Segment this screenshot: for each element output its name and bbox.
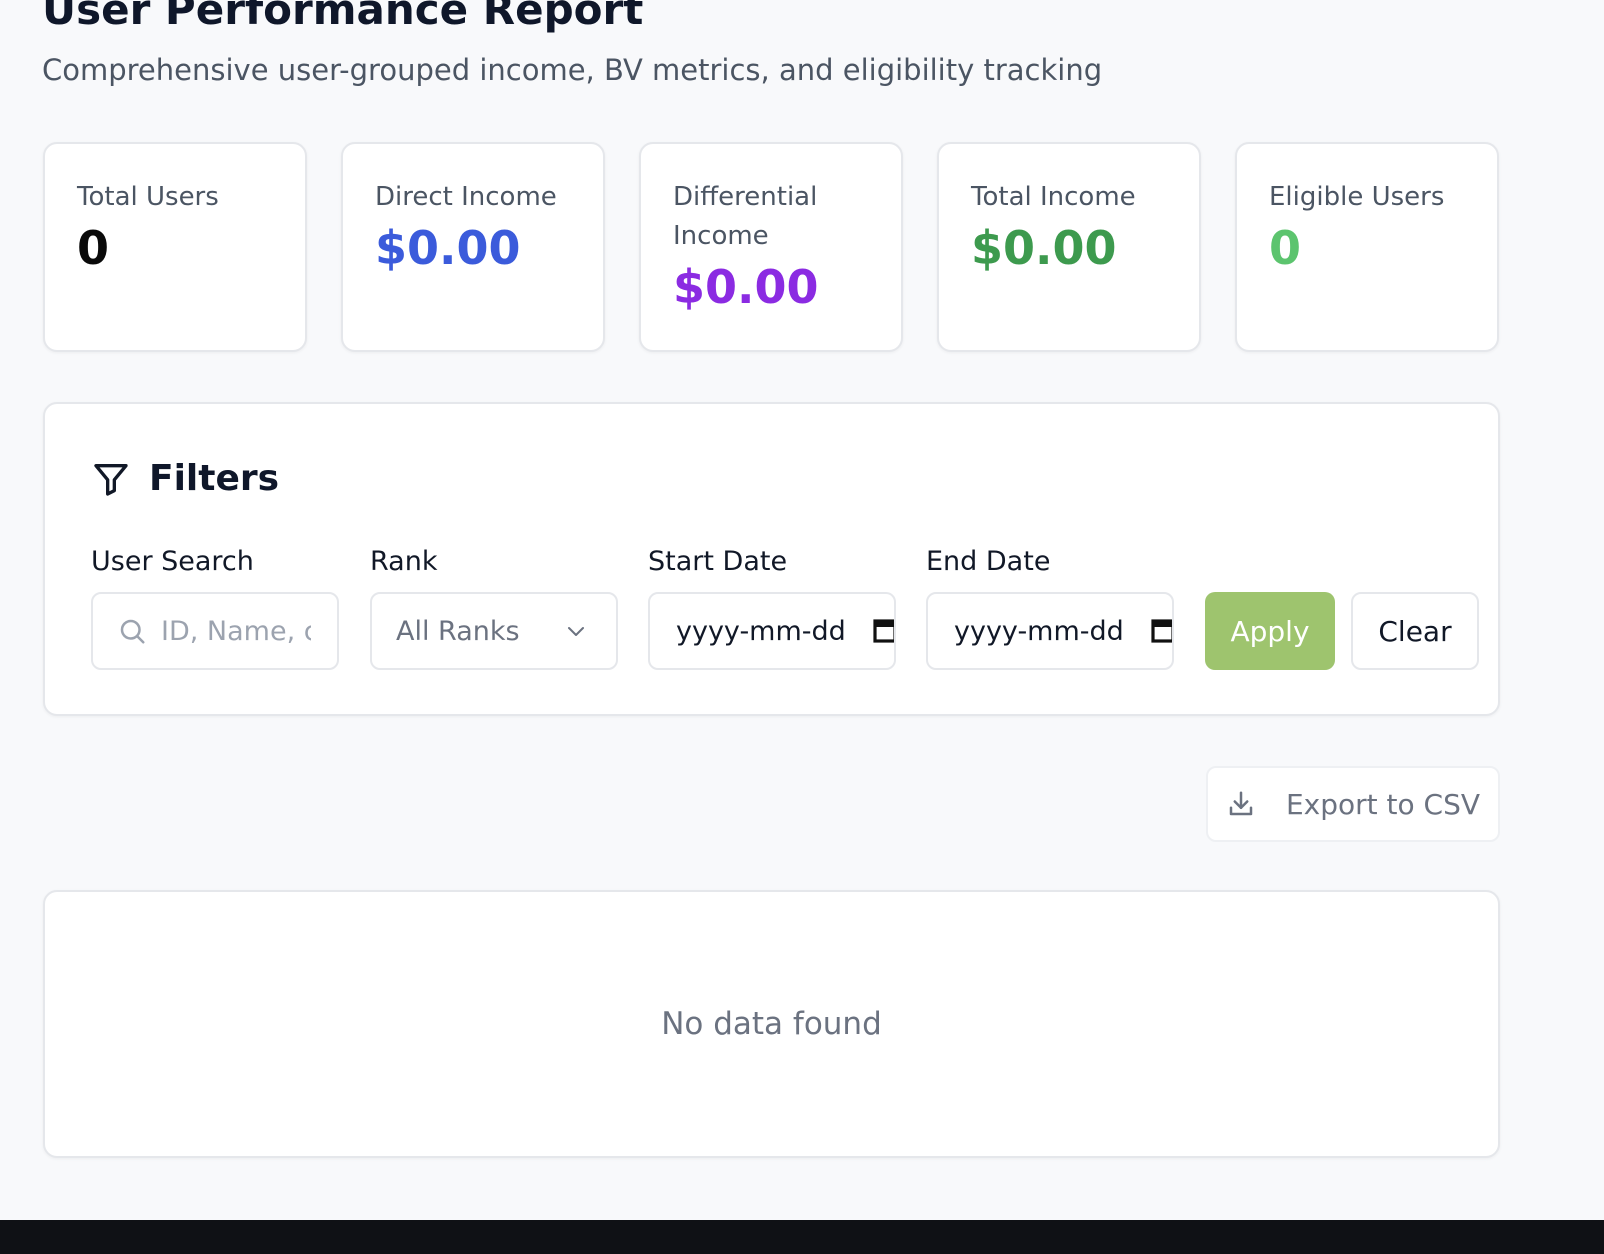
stat-label: Direct Income bbox=[375, 182, 557, 212]
stat-value: 0 bbox=[77, 221, 110, 275]
results-table-panel: No data found bbox=[43, 890, 1500, 1158]
page-title: User Performance Report bbox=[42, 0, 644, 34]
rank-label: Rank bbox=[370, 546, 438, 577]
search-icon bbox=[117, 616, 147, 646]
start-date-label: Start Date bbox=[648, 546, 788, 577]
chevron-down-icon bbox=[564, 619, 588, 643]
export-csv-label: Export to CSV bbox=[1285, 787, 1481, 821]
rank-select[interactable]: All Ranks bbox=[370, 592, 618, 670]
stat-card-differential-income: Differential Income $0.00 bbox=[639, 142, 903, 352]
stat-card-total-income: Total Income $0.00 bbox=[937, 142, 1201, 352]
calendar-icon[interactable] bbox=[1150, 616, 1172, 646]
user-search-placeholder: ID, Name, c bbox=[161, 615, 311, 647]
user-search-input[interactable]: ID, Name, c bbox=[91, 592, 339, 670]
calendar-icon[interactable] bbox=[872, 616, 894, 646]
apply-button[interactable]: Apply bbox=[1205, 592, 1335, 670]
stat-label: Eligible Users bbox=[1269, 182, 1445, 212]
page-subtitle: Comprehensive user-grouped income, BV me… bbox=[42, 53, 1103, 87]
stat-value: $0.00 bbox=[375, 221, 521, 275]
filters-panel: Filters User Search ID, Name, c Rank All… bbox=[43, 402, 1500, 716]
stat-label: Differential Income bbox=[673, 182, 818, 251]
stat-card-eligible-users: Eligible Users 0 bbox=[1235, 142, 1499, 352]
start-date-input[interactable]: yyyy-mm-dd bbox=[648, 592, 896, 670]
stat-label: Total Users bbox=[77, 182, 219, 212]
bottom-bar bbox=[0, 1220, 1604, 1254]
stat-card-direct-income: Direct Income $0.00 bbox=[341, 142, 605, 352]
stat-card-total-users: Total Users 0 bbox=[43, 142, 307, 352]
stat-value: 0 bbox=[1269, 221, 1302, 275]
download-icon bbox=[1226, 789, 1256, 819]
end-date-input[interactable]: yyyy-mm-dd bbox=[926, 592, 1174, 670]
stat-label: Total Income bbox=[971, 182, 1136, 212]
end-date-value: yyyy-mm-dd bbox=[954, 615, 1124, 647]
start-date-value: yyyy-mm-dd bbox=[676, 615, 846, 647]
end-date-label: End Date bbox=[926, 546, 1051, 577]
filter-icon bbox=[91, 459, 131, 499]
filters-heading: Filters bbox=[91, 458, 279, 499]
stat-value: $0.00 bbox=[673, 260, 819, 314]
clear-button[interactable]: Clear bbox=[1351, 592, 1479, 670]
empty-state-message: No data found bbox=[661, 1006, 882, 1042]
stat-value: $0.00 bbox=[971, 221, 1117, 275]
rank-selected-value: All Ranks bbox=[396, 615, 520, 647]
export-csv-button[interactable]: Export to CSV bbox=[1206, 766, 1500, 842]
user-search-label: User Search bbox=[91, 546, 254, 577]
filters-title: Filters bbox=[149, 458, 280, 499]
